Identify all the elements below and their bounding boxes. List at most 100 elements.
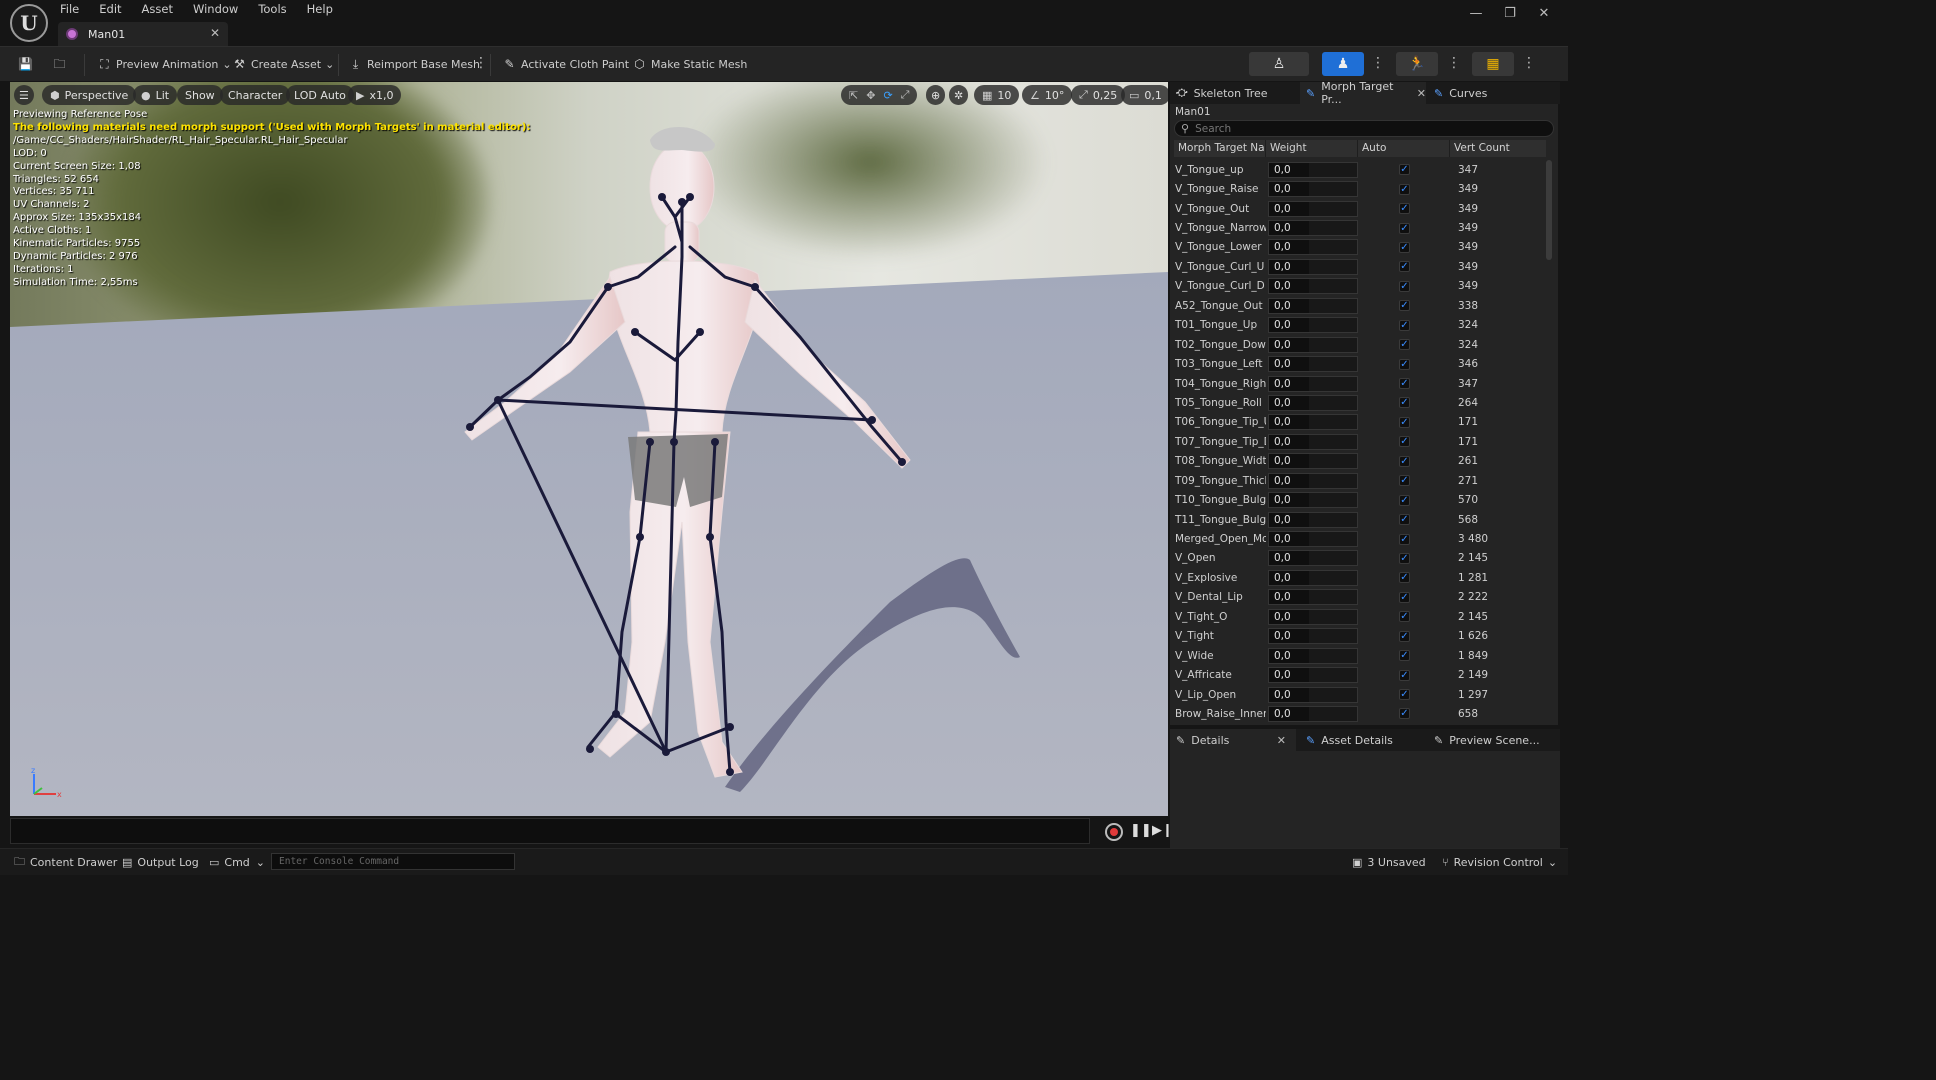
morph-target-row[interactable]: V_Affricate 0,0 ✓ 2 149 <box>1174 665 1546 684</box>
tab-details[interactable]: ✎ Details ✕ <box>1170 729 1296 751</box>
tab-skeleton-tree[interactable]: ⛮ Skeleton Tree <box>1170 82 1298 104</box>
output-log-button[interactable]: ▤ Output Log <box>122 855 199 869</box>
show-button[interactable]: Show <box>177 85 223 105</box>
unsaved-button[interactable]: ▣ 3 Unsaved <box>1352 855 1426 869</box>
auto-checkbox[interactable]: ✓ <box>1399 261 1410 273</box>
morph-target-row[interactable]: V_Tongue_Out 0,0 ✓ 349 <box>1174 199 1546 218</box>
weight-field[interactable]: 0,0 <box>1268 433 1358 450</box>
restore-button[interactable]: ❐ <box>1500 6 1520 21</box>
morph-target-row[interactable]: V_Tongue_Curl_D 0,0 ✓ 349 <box>1174 277 1546 296</box>
world-local-button[interactable]: ⊕ <box>926 85 946 105</box>
search-box[interactable]: ⚲ <box>1174 120 1554 137</box>
character-button[interactable]: Character <box>220 85 291 105</box>
surface-snap-button[interactable]: ✲ <box>949 85 969 105</box>
morph-target-row[interactable]: T11_Tongue_Bulge_0,0 ✓ 568 <box>1174 510 1546 529</box>
unreal-logo-icon[interactable]: U <box>10 4 48 42</box>
auto-checkbox[interactable]: ✓ <box>1399 300 1410 312</box>
auto-checkbox[interactable]: ✓ <box>1399 280 1410 292</box>
menu-tools[interactable]: Tools <box>258 2 286 18</box>
auto-checkbox[interactable]: ✓ <box>1399 436 1410 448</box>
weight-field[interactable]: 0,0 <box>1268 258 1358 275</box>
preview-animation-button[interactable]: ⛶ Preview Animation ⌄ <box>97 54 231 74</box>
auto-checkbox[interactable]: ✓ <box>1399 222 1410 234</box>
morph-target-row[interactable]: V_Tight_O 0,0 ✓ 2 145 <box>1174 607 1546 626</box>
weight-field[interactable]: 0,0 <box>1268 200 1358 217</box>
auto-checkbox[interactable]: ✓ <box>1399 203 1410 215</box>
lod-button[interactable]: LOD Auto <box>286 85 354 105</box>
scale-icon[interactable]: ⤢ <box>901 88 910 102</box>
auto-checkbox[interactable]: ✓ <box>1399 708 1410 720</box>
timeline-bar[interactable] <box>10 818 1090 844</box>
weight-field[interactable]: 0,0 <box>1268 667 1358 684</box>
cmd-button[interactable]: ▭ Cmd ⌄ <box>209 855 265 869</box>
browse-button[interactable]: 🗀 <box>52 54 71 74</box>
weight-field[interactable]: 0,0 <box>1268 375 1358 392</box>
weight-field[interactable]: 0,0 <box>1268 705 1358 722</box>
weight-field[interactable]: 0,0 <box>1268 394 1358 411</box>
morph-target-row[interactable]: V_Tongue_up 0,0 ✓ 347 <box>1174 160 1546 179</box>
auto-checkbox[interactable]: ✓ <box>1399 378 1410 390</box>
viewport-menu-button[interactable]: ☰ <box>14 85 34 105</box>
search-input[interactable] <box>1195 122 1526 135</box>
morph-target-row[interactable]: Brow_Raise_Inner_L0,0 ✓ 658 <box>1174 704 1546 723</box>
close-tab-icon[interactable]: ✕ <box>1417 87 1426 100</box>
save-button[interactable]: 💾 <box>18 54 37 74</box>
more-options-icon[interactable]: ⋮ <box>474 55 488 71</box>
auto-checkbox[interactable]: ✓ <box>1399 319 1410 331</box>
auto-checkbox[interactable]: ✓ <box>1399 689 1410 701</box>
morph-target-row[interactable]: T10_Tongue_Bulge_0,0 ✓ 570 <box>1174 490 1546 509</box>
weight-field[interactable]: 0,0 <box>1268 161 1358 178</box>
content-drawer-button[interactable]: 🗀 Content Drawer <box>14 855 117 869</box>
morph-target-row[interactable]: V_Tongue_Lower 0,0 ✓ 349 <box>1174 238 1546 257</box>
reimport-base-mesh-button[interactable]: ⤓ Reimport Base Mesh <box>348 54 480 74</box>
column-header-weight[interactable]: Weight <box>1266 140 1358 157</box>
morph-target-row[interactable]: Merged_Open_Mouth0,0 ✓ 3 480 <box>1174 529 1546 548</box>
weight-field[interactable]: 0,0 <box>1268 550 1358 567</box>
menu-window[interactable]: Window <box>193 2 238 18</box>
weight-field[interactable]: 0,0 <box>1268 453 1358 470</box>
more-options-icon[interactable]: ⋮ <box>1371 55 1385 71</box>
make-static-mesh-button[interactable]: ⬡ Make Static Mesh <box>632 54 747 74</box>
auto-checkbox[interactable]: ✓ <box>1399 650 1410 662</box>
revision-control-button[interactable]: ⑂ Revision Control ⌄ <box>1442 855 1557 869</box>
weight-field[interactable]: 0,0 <box>1268 239 1358 256</box>
document-tab-man01[interactable]: Man01 ✕ <box>58 22 228 46</box>
pause-icon[interactable]: ❚❚ <box>1130 823 1152 838</box>
auto-checkbox[interactable]: ✓ <box>1399 669 1410 681</box>
tab-asset-details[interactable]: ✎ Asset Details <box>1300 729 1426 751</box>
blueprint-mode-button[interactable]: ▦ <box>1472 52 1514 76</box>
auto-checkbox[interactable]: ✓ <box>1399 183 1410 195</box>
weight-field[interactable]: 0,0 <box>1268 317 1358 334</box>
morph-target-row[interactable]: V_Tongue_Narrow 0,0 ✓ 349 <box>1174 218 1546 237</box>
morph-target-row[interactable]: T01_Tongue_Up 0,0 ✓ 324 <box>1174 316 1546 335</box>
record-button[interactable] <box>1105 823 1123 841</box>
auto-checkbox[interactable]: ✓ <box>1399 572 1410 584</box>
menu-asset[interactable]: Asset <box>142 2 173 18</box>
animation-mode-button[interactable]: 🏃 <box>1396 52 1438 76</box>
tab-curves[interactable]: ✎ Curves <box>1428 82 1558 104</box>
auto-checkbox[interactable]: ✓ <box>1399 475 1410 487</box>
viewport[interactable]: ☰ ⬢ Perspective ● Lit Show Character LOD A… <box>10 82 1168 816</box>
menu-edit[interactable]: Edit <box>99 2 121 18</box>
weight-field[interactable]: 0,0 <box>1268 647 1358 664</box>
morph-target-row[interactable]: T02_Tongue_Down 0,0 ✓ 324 <box>1174 335 1546 354</box>
auto-checkbox[interactable]: ✓ <box>1399 494 1410 506</box>
morph-target-row[interactable]: T08_Tongue_Width 0,0 ✓ 261 <box>1174 452 1546 471</box>
playback-speed-button[interactable]: ▶ x1,0 <box>348 85 402 105</box>
camera-speed-button[interactable]: ▭ 0,1 <box>1121 85 1168 105</box>
close-window-button[interactable]: ✕ <box>1534 6 1554 21</box>
close-tab-icon[interactable]: ✕ <box>210 26 220 40</box>
auto-checkbox[interactable]: ✓ <box>1399 339 1410 351</box>
console-command-input[interactable]: Enter Console Command <box>271 853 515 870</box>
create-asset-button[interactable]: ⚒ Create Asset ⌄ <box>232 54 334 74</box>
weight-field[interactable]: 0,0 <box>1268 531 1358 548</box>
move-icon[interactable]: ✥ <box>866 89 875 102</box>
rotate-icon[interactable]: ⟳ <box>883 89 892 102</box>
weight-field[interactable]: 0,0 <box>1268 628 1358 645</box>
minimize-button[interactable]: — <box>1466 6 1486 21</box>
weight-field[interactable]: 0,0 <box>1268 472 1358 489</box>
more-options-icon[interactable]: ⋮ <box>1447 55 1461 71</box>
weight-field[interactable]: 0,0 <box>1268 608 1358 625</box>
weight-field[interactable]: 0,0 <box>1268 569 1358 586</box>
auto-checkbox[interactable]: ✓ <box>1399 630 1410 642</box>
